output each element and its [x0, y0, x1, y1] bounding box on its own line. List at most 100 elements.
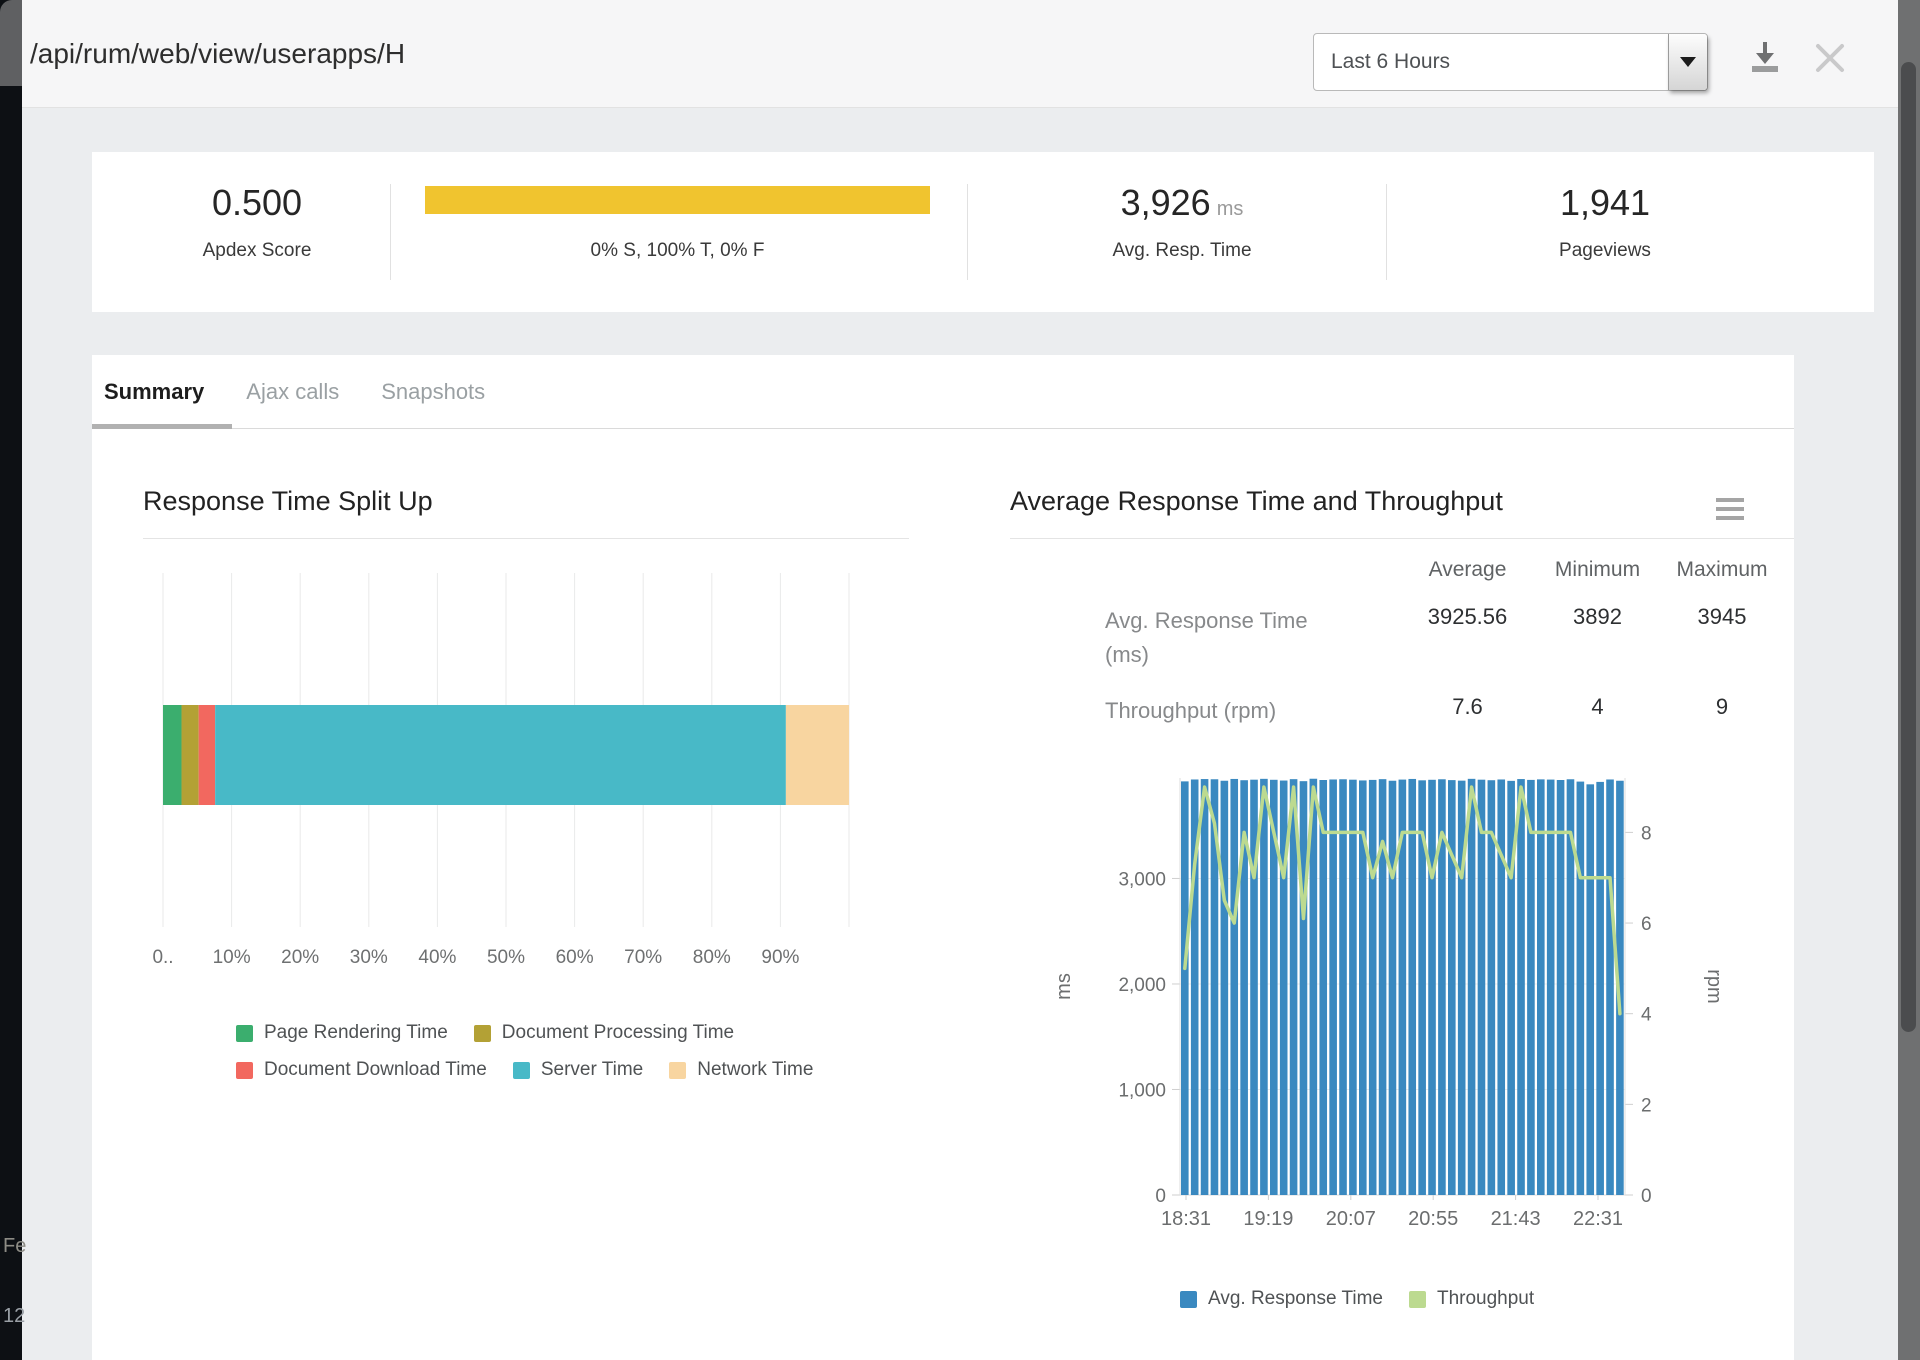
svg-text:20:55: 20:55 [1408, 1208, 1458, 1230]
page-title: /api/rum/web/view/userapps/H [30, 38, 405, 70]
tab-bar: Summary Ajax calls Snapshots [92, 355, 1794, 429]
legend-item[interactable]: Document Processing Time [474, 1022, 734, 1044]
response-split-legend: Page Rendering Time Document Processing … [236, 1022, 820, 1081]
svg-text:30%: 30% [350, 947, 388, 968]
pageviews-value: 1,941 [1490, 182, 1720, 224]
svg-text:21:43: 21:43 [1491, 1208, 1541, 1230]
divider [143, 538, 909, 539]
legend-item[interactable]: Document Download Time [236, 1059, 487, 1081]
svg-text:50%: 50% [487, 947, 525, 968]
table-row-label: Avg. Response Time(ms) [1105, 604, 1390, 694]
legend-item[interactable]: Throughput [1409, 1288, 1534, 1310]
stat-pageviews: 1,941 Pageviews [1490, 182, 1720, 262]
svg-text:70%: 70% [624, 947, 662, 968]
table-header-average: Average [1390, 558, 1545, 604]
response-split-title: Response Time Split Up [143, 486, 433, 517]
table-cell: 3945 [1650, 604, 1794, 694]
background-panel-left: Fe 12 [0, 0, 22, 1360]
svg-text:6: 6 [1641, 914, 1652, 935]
hamburger-icon [1716, 498, 1744, 502]
background-text-fragment: Fe [3, 1235, 26, 1258]
svg-text:40%: 40% [418, 947, 456, 968]
legend-swatch [513, 1062, 530, 1079]
legend-label: Throughput [1437, 1288, 1534, 1310]
summary-table: Average Minimum Maximum Avg. Response Ti… [1105, 558, 1794, 750]
svg-text:22:31: 22:31 [1573, 1208, 1623, 1230]
pageviews-label: Pageviews [1490, 240, 1720, 262]
legend-label: Network Time [697, 1059, 813, 1081]
legend-item[interactable]: Network Time [669, 1059, 813, 1081]
apdex-label: Apdex Score [152, 240, 362, 262]
avg-response-label: Avg. Resp. Time [1052, 240, 1312, 262]
legend-swatch [669, 1062, 686, 1079]
legend-label: Server Time [541, 1059, 643, 1081]
legend-label: Document Download Time [264, 1059, 487, 1081]
svg-text:4: 4 [1641, 1005, 1652, 1026]
legend-item[interactable]: Avg. Response Time [1180, 1288, 1383, 1310]
avg-response-value: 3,926ms [1052, 182, 1312, 224]
screen: Fe 12 /api/rum/web/view/userapps/H Last … [0, 0, 1920, 1360]
svg-text:ms: ms [1053, 973, 1075, 1000]
tab-ajax-calls[interactable]: Ajax calls [242, 355, 343, 428]
table-cell: 4 [1545, 694, 1650, 750]
legend-swatch [474, 1025, 491, 1042]
stat-avg-response: 3,926ms Avg. Resp. Time [1052, 182, 1312, 262]
svg-text:0..: 0.. [152, 947, 173, 968]
legend-label: Avg. Response Time [1208, 1288, 1383, 1310]
stat-apdex: 0.500 Apdex Score [152, 182, 362, 262]
table-cell: 3925.56 [1390, 604, 1545, 694]
background-text-fragment: 12 [3, 1305, 25, 1328]
svg-text:20%: 20% [281, 947, 319, 968]
svg-text:0: 0 [1641, 1186, 1652, 1207]
svg-text:19:19: 19:19 [1243, 1208, 1293, 1230]
legend-swatch [236, 1025, 253, 1042]
avg-response-throughput-title: Average Response Time and Throughput [1010, 486, 1503, 517]
table-header-minimum: Minimum [1545, 558, 1650, 604]
svg-text:90%: 90% [761, 947, 799, 968]
scrollbar-track [1898, 0, 1920, 1360]
legend-label: Document Processing Time [502, 1022, 734, 1044]
svg-text:2,000: 2,000 [1118, 975, 1166, 996]
window-corner [0, 0, 24, 86]
divider [390, 184, 391, 280]
legend-swatch [236, 1062, 253, 1079]
divider [967, 184, 968, 280]
legend-label: Page Rendering Time [264, 1022, 448, 1044]
combo-chart: 01,0002,0003,0000246818:3119:1920:0720:5… [1040, 768, 1740, 1238]
apdex-bar [425, 186, 930, 214]
combo-chart-legend: Avg. Response Time Throughput [1180, 1288, 1740, 1310]
table-cell: 3892 [1545, 604, 1650, 694]
close-button[interactable] [1813, 41, 1847, 78]
svg-text:20:07: 20:07 [1326, 1208, 1376, 1230]
time-range-select[interactable]: Last 6 Hours [1313, 33, 1708, 91]
legend-item[interactable]: Page Rendering Time [236, 1022, 448, 1044]
tab-snapshots[interactable]: Snapshots [377, 355, 489, 428]
svg-text:8: 8 [1641, 823, 1652, 844]
apdex-distribution-label: 0% S, 100% T, 0% F [425, 240, 930, 262]
svg-text:3,000: 3,000 [1118, 869, 1166, 890]
svg-text:0: 0 [1155, 1186, 1166, 1207]
download-icon [1748, 40, 1780, 74]
svg-text:80%: 80% [693, 947, 731, 968]
divider [1386, 184, 1387, 280]
table-header [1105, 558, 1390, 604]
time-range-value: Last 6 Hours [1314, 50, 1450, 74]
apdex-value: 0.500 [152, 182, 362, 224]
svg-text:2: 2 [1641, 1095, 1652, 1116]
close-icon [1813, 41, 1847, 75]
download-button[interactable] [1748, 40, 1780, 77]
svg-text:60%: 60% [556, 947, 594, 968]
avg-response-unit: ms [1217, 198, 1244, 220]
legend-item[interactable]: Server Time [513, 1059, 643, 1081]
tab-summary[interactable]: Summary [100, 355, 208, 428]
stats-card: 0.500 Apdex Score 0% S, 100% T, 0% F 3,9… [92, 152, 1874, 312]
svg-text:1,000: 1,000 [1118, 1080, 1166, 1101]
legend-swatch [1409, 1291, 1426, 1308]
table-row-label: Throughput (rpm) [1105, 694, 1390, 750]
table-cell: 9 [1650, 694, 1794, 750]
scrollbar-thumb[interactable] [1901, 62, 1916, 1032]
chart-menu-button[interactable] [1716, 498, 1744, 525]
table-header-maximum: Maximum [1650, 558, 1794, 604]
svg-text:10%: 10% [213, 947, 251, 968]
chevron-down-icon [1668, 34, 1707, 90]
